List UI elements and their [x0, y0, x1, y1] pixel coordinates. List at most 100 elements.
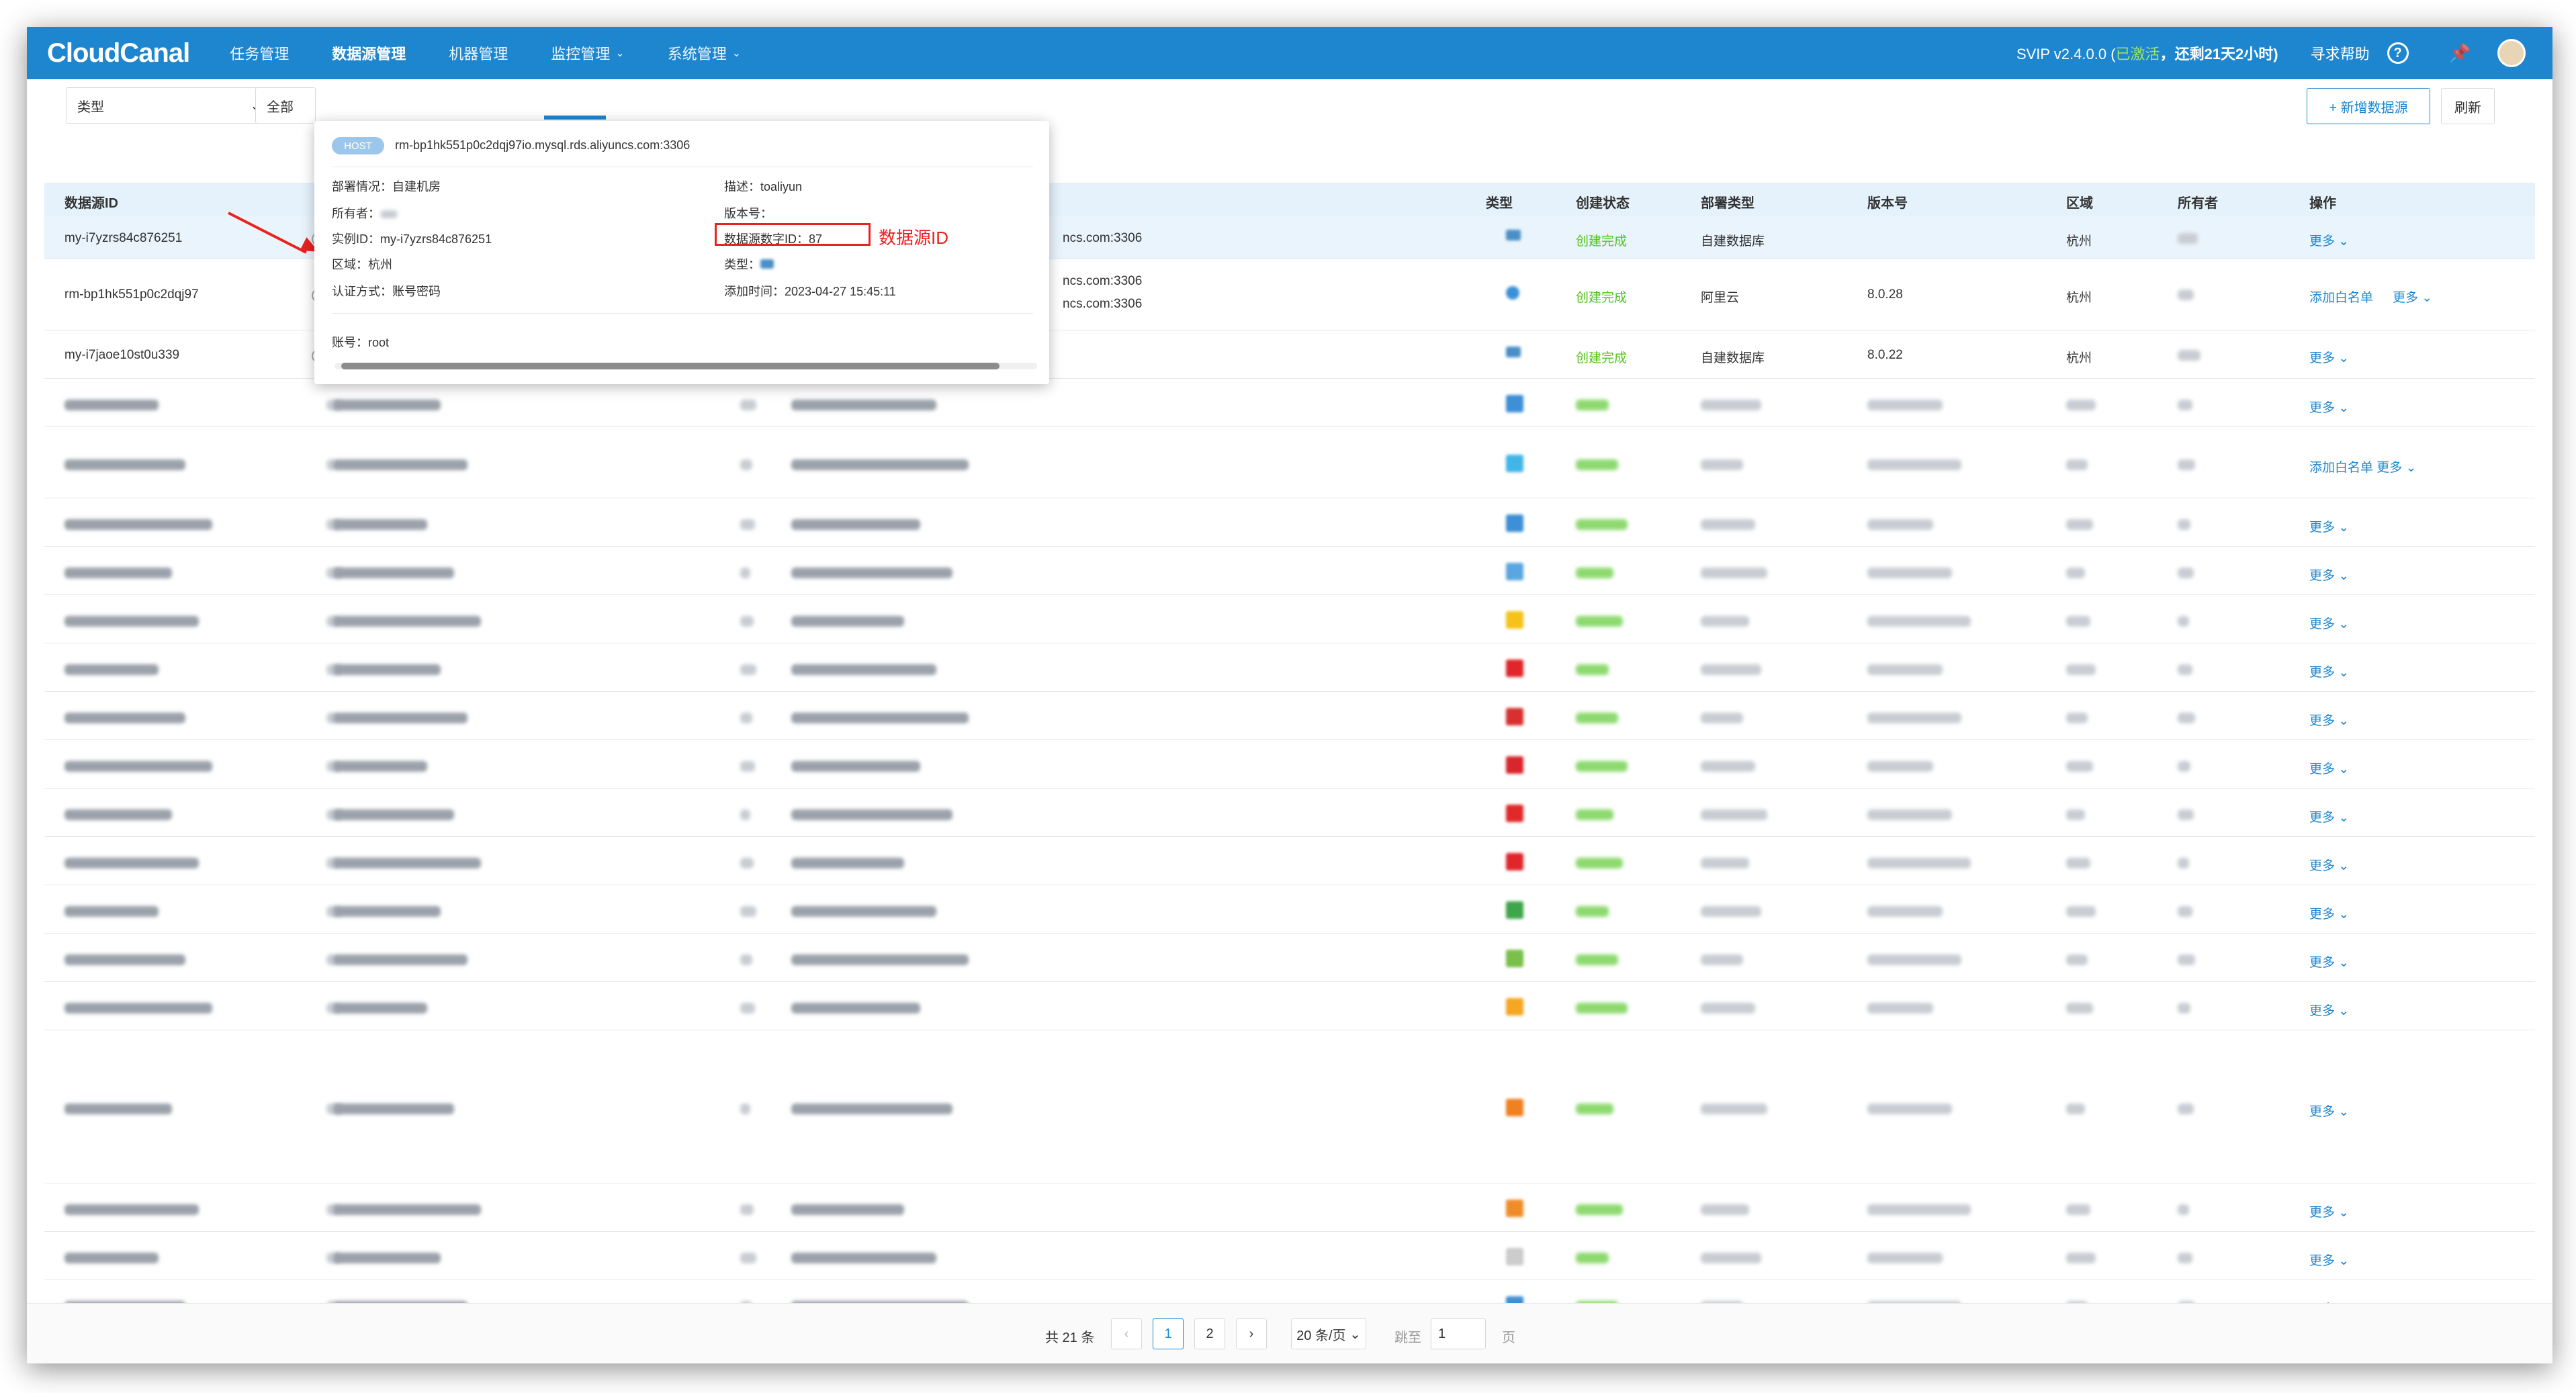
more-button[interactable]: 更多 ⌄ [2309, 856, 2349, 874]
obscured-cell [333, 662, 441, 677]
more-button[interactable]: 更多 ⌄ [2309, 711, 2349, 729]
pin-icon[interactable]: 📌 [2449, 43, 2471, 64]
goto-input[interactable]: 1 [1431, 1318, 1486, 1349]
table-row[interactable]: 更多 ⌄ [44, 837, 2535, 885]
version: 8.0.22 [1867, 348, 1903, 362]
obscured-cell [1867, 856, 1971, 870]
more-button[interactable]: 更多 ⌄ [2309, 231, 2349, 249]
obscured-cell [333, 807, 454, 822]
obscured-cell [1867, 1251, 1943, 1265]
more-button[interactable]: 更多 ⌄ [2309, 952, 2349, 971]
obscured-cell [2178, 614, 2189, 629]
type-select[interactable]: 类型⌄ [66, 87, 273, 124]
prev-page-button[interactable]: ‹ [1111, 1318, 1142, 1349]
obscured-cell [1576, 1001, 1628, 1016]
avatar[interactable] [2497, 39, 2526, 67]
table-row[interactable]: 更多 ⌄ [44, 595, 2535, 643]
obscured-cell [2178, 904, 2192, 919]
scrollbar-thumb[interactable] [341, 363, 1000, 369]
question-icon[interactable]: ? [2387, 42, 2409, 64]
page-size-select[interactable]: 20 条/页 ⌄ [1291, 1318, 1366, 1349]
more-button[interactable]: 更多 ⌄ [2309, 614, 2349, 632]
more-button[interactable]: 更多 ⌄ [2309, 662, 2349, 680]
obscured-cell [740, 807, 751, 822]
add-datasource-button[interactable]: + 新增数据源 [2307, 88, 2430, 124]
table-row[interactable]: 添加白名单 更多 ⌄ [44, 427, 2535, 498]
obscured-cell [1576, 457, 1618, 472]
col-datasource-id: 数据源ID [64, 196, 118, 211]
table-row[interactable]: 更多 ⌄ [44, 1232, 2535, 1280]
table-row[interactable]: 更多 ⌄ [44, 885, 2535, 934]
obscured-cell [740, 457, 752, 472]
obscured-cell [2066, 952, 2088, 967]
whitelist-button[interactable]: 添加白名单 [2309, 287, 2373, 306]
obscured-cell [791, 1001, 920, 1016]
table-row[interactable]: 更多 ⌄ [44, 1183, 2535, 1232]
more-button[interactable]: 添加白名单 更多 ⌄ [2309, 457, 2416, 476]
obscured-cell [1701, 1001, 1755, 1016]
nav-monitor-management[interactable]: 监控管理 ⌄ [551, 42, 624, 64]
table-row[interactable]: 更多 ⌄ [44, 740, 2535, 789]
nav-machine-management[interactable]: 机器管理 [449, 42, 508, 64]
obscured-cell [2178, 1102, 2194, 1116]
auth-method: 认证方式：账号密码 [332, 285, 441, 298]
obscured-cell [2178, 517, 2191, 532]
obscured-cell [2178, 952, 2196, 967]
datasource-id: rm-bp1hk551p0c2dqj97 [64, 287, 199, 302]
nav-datasource-management[interactable]: 数据源管理 [332, 42, 406, 64]
pagination: 共 21 条 ‹ 1 2 › 20 条/页 ⌄ 跳至 1 页 [27, 1303, 2552, 1363]
table-row[interactable]: 更多 ⌄ [44, 692, 2535, 740]
table-row[interactable]: 更多 ⌄ [44, 789, 2535, 837]
table-row[interactable]: 更多 ⌄ [44, 643, 2535, 692]
obscured-cell [1701, 1102, 1767, 1116]
mysql-icon [1506, 347, 1521, 361]
obscured-cell [2066, 759, 2093, 774]
more-button[interactable]: 更多 ⌄ [2309, 759, 2349, 777]
col-create-status: 创建状态 [1576, 196, 1630, 211]
deploy-type: 自建数据库 [1701, 234, 1765, 249]
page-2[interactable]: 2 [1194, 1318, 1225, 1349]
more-button[interactable]: 更多 ⌄ [2309, 1251, 2349, 1269]
obscured-cell [1867, 952, 1961, 967]
more-button[interactable]: 更多 ⌄ [2309, 904, 2349, 922]
help-link[interactable]: 寻求帮助 [2311, 42, 2370, 64]
obscured-cell [740, 759, 755, 774]
col-actions: 操作 [2309, 196, 2336, 211]
table-row[interactable]: 更多 ⌄ [44, 498, 2535, 547]
table-row[interactable]: 更多 ⌄ [44, 1030, 2535, 1183]
table-row[interactable]: 更多 ⌄ [44, 934, 2535, 982]
more-button[interactable]: 更多 ⌄ [2309, 398, 2349, 416]
obscured-cell [1867, 904, 1943, 919]
popover-scrollbar[interactable] [335, 363, 1037, 369]
more-button[interactable]: 更多 ⌄ [2309, 566, 2349, 584]
obscured-cell [64, 1102, 172, 1116]
nav-task-management[interactable]: 任务管理 [230, 42, 289, 64]
obscured-cell [791, 759, 920, 774]
table-row[interactable]: 更多 ⌄ [44, 982, 2535, 1030]
table-row[interactable]: 更多 ⌄ [44, 547, 2535, 595]
obscured-cell [740, 856, 754, 870]
more-button[interactable]: 更多 ⌄ [2309, 348, 2349, 366]
refresh-button[interactable]: 刷新 [2441, 88, 2495, 124]
next-page-button[interactable]: › [1236, 1318, 1267, 1349]
more-button[interactable]: 更多 ⌄ [2309, 807, 2349, 825]
table-row[interactable]: 更多 ⌄ [44, 379, 2535, 427]
activated-status: 已激活 [2115, 46, 2160, 62]
obscured-cell [740, 952, 752, 967]
obscured-cell [791, 711, 969, 725]
account-info: 账号：root [332, 336, 390, 349]
nav-system-management[interactable]: 系统管理 ⌄ [668, 42, 741, 64]
more-button[interactable]: 更多 ⌄ [2309, 1001, 2349, 1019]
more-button[interactable]: 更多 ⌄ [2309, 517, 2349, 535]
page-1[interactable]: 1 [1153, 1318, 1184, 1349]
datasource-id: my-i7yzrs84c876251 [64, 231, 183, 245]
more-button[interactable]: 更多 ⌄ [2309, 1102, 2349, 1120]
all-select[interactable]: 全部 [255, 87, 316, 124]
more-button[interactable]: 更多 ⌄ [2309, 1202, 2349, 1220]
obscured-cell [1701, 711, 1743, 725]
obscured-cell [791, 952, 969, 967]
col-owner: 所有者 [2178, 196, 2218, 211]
main-nav: 任务管理 数据源管理 机器管理 监控管理 ⌄ 系统管理 ⌄ [230, 42, 784, 64]
obscured-cell [2066, 856, 2090, 870]
more-button[interactable]: 更多 ⌄ [2393, 287, 2432, 306]
